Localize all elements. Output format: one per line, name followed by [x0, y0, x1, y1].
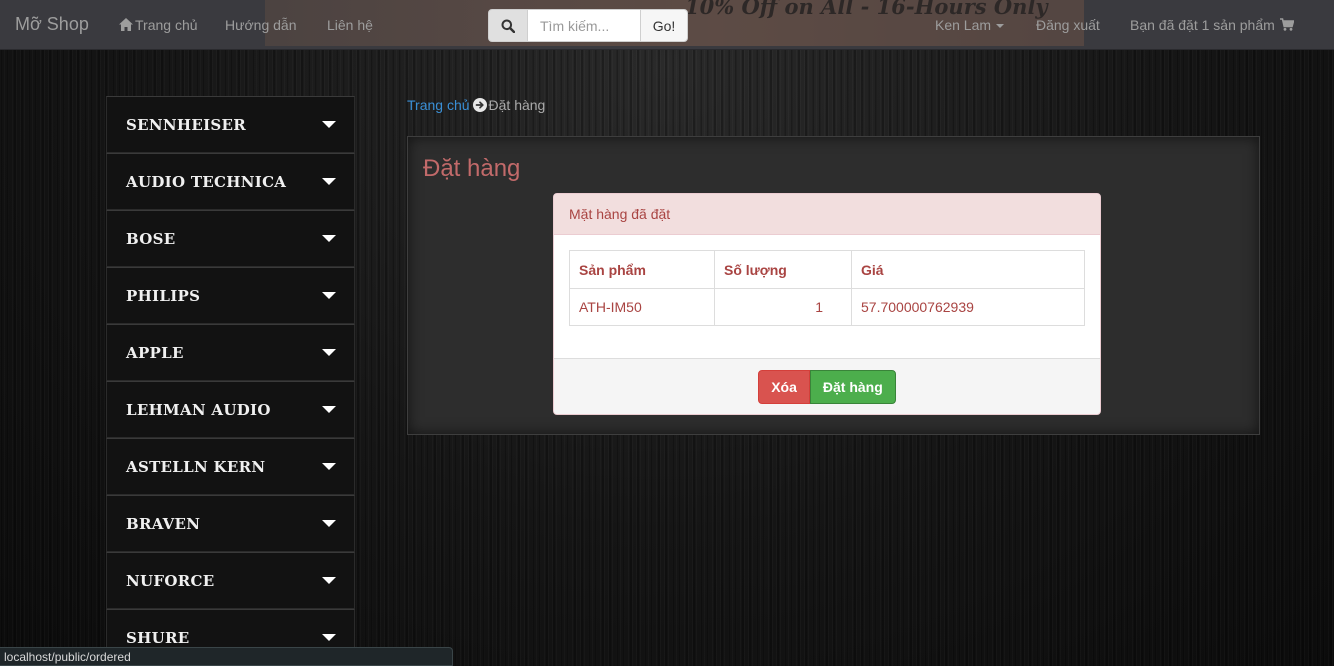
- ordered-items-body: Sản phẩm Số lượng Giá ATH-IM50 1 57.7000…: [554, 235, 1100, 341]
- user-dropdown[interactable]: Ken Lam: [935, 17, 1005, 33]
- sidebar-category-label: BRAVEN: [126, 514, 201, 533]
- sidebar-category-item[interactable]: SENNHEISER: [106, 96, 355, 153]
- sidebar-category-item[interactable]: AUDIO TECHNICA: [106, 153, 355, 210]
- search-go-button[interactable]: Go!: [640, 9, 688, 42]
- page-title: Đặt hàng: [423, 155, 521, 182]
- ordered-items-box: Mặt hàng đã đặt Sản phẩm Số lượng Giá AT…: [553, 193, 1101, 415]
- breadcrumb-home-link[interactable]: Trang chủ: [407, 97, 470, 113]
- column-header-price: Giá: [851, 250, 1085, 289]
- cell-product: ATH-IM50: [569, 288, 715, 326]
- sidebar-category-item[interactable]: BRAVEN: [106, 495, 355, 552]
- category-sidebar: SENNHEISER AUDIO TECHNICA BOSE PHILIPS APPLE…: [106, 96, 355, 666]
- sidebar-category-label: BOSE: [126, 229, 176, 248]
- sidebar-category-label: PHILIPS: [126, 286, 201, 305]
- sidebar-category-item[interactable]: PHILIPS: [106, 267, 355, 324]
- cart-summary: Bạn đã đặt 1 sản phẩm: [1130, 17, 1275, 33]
- nav-guide-link[interactable]: Hướng dẫn: [225, 17, 296, 33]
- sidebar-category-label: AUDIO TECHNICA: [126, 172, 287, 191]
- breadcrumb-current: Đặt hàng: [488, 97, 546, 113]
- nav-home-link[interactable]: Trang chủ: [119, 17, 198, 34]
- cell-price: 57.700000762939: [851, 288, 1085, 326]
- nav-contact-link[interactable]: Liên hệ: [327, 17, 373, 33]
- column-header-product: Sản phẩm: [569, 250, 715, 289]
- sidebar-category-item[interactable]: NUFORCE: [106, 552, 355, 609]
- home-icon: [119, 18, 133, 34]
- sidebar-category-item[interactable]: LEHMAN AUDIO: [106, 381, 355, 438]
- caret-down-icon: [322, 577, 336, 584]
- caret-down-icon: [322, 178, 336, 185]
- search-input[interactable]: [528, 9, 640, 42]
- caret-down-icon: [322, 121, 336, 128]
- ordered-items-heading: Mặt hàng đã đặt: [554, 194, 1100, 235]
- sidebar-category-item[interactable]: APPLE: [106, 324, 355, 381]
- logout-link[interactable]: Đăng xuất: [1036, 17, 1100, 33]
- caret-down-icon: [322, 463, 336, 470]
- nav-home-label: Trang chủ: [135, 17, 198, 33]
- cell-quantity: 1: [714, 288, 852, 326]
- caret-down-icon: [322, 520, 336, 527]
- caret-down-icon: [322, 634, 336, 641]
- sidebar-category-item[interactable]: ASTELLN KERN: [106, 438, 355, 495]
- delete-order-button[interactable]: Xóa: [758, 369, 810, 404]
- arrow-right-circle-icon: [472, 98, 487, 115]
- browser-status-bar: localhost/public/ordered: [0, 647, 453, 666]
- order-panel: Đặt hàng Mặt hàng đã đặt Sản phẩm Số lượ…: [407, 136, 1260, 435]
- order-actions: Xóa Đặt hàng: [554, 358, 1100, 414]
- column-header-quantity: Số lượng: [714, 250, 852, 289]
- table-row: ATH-IM50 1 57.700000762939: [569, 288, 1085, 326]
- order-table: Sản phẩm Số lượng Giá ATH-IM50 1 57.7000…: [569, 250, 1085, 326]
- search-icon: [488, 9, 528, 42]
- sidebar-category-label: APPLE: [126, 343, 184, 362]
- top-navbar: 10% Off on All - 16-Hours Only Mỡ Shop T…: [0, 0, 1334, 50]
- promo-banner-text: 10% Off on All - 16-Hours Only: [685, 0, 1048, 19]
- chevron-down-icon: [996, 24, 1005, 28]
- sidebar-category-label: LEHMAN AUDIO: [126, 400, 271, 419]
- search-form: Go!: [488, 9, 688, 42]
- sidebar-category-label: SHURE: [126, 628, 190, 647]
- user-name: Ken Lam: [935, 17, 992, 33]
- place-order-button[interactable]: Đặt hàng: [809, 369, 896, 404]
- table-header-row: Sản phẩm Số lượng Giá: [569, 250, 1085, 289]
- shopping-cart-icon: [1279, 18, 1295, 34]
- caret-down-icon: [322, 292, 336, 299]
- caret-down-icon: [322, 349, 336, 356]
- sidebar-category-item[interactable]: BOSE: [106, 210, 355, 267]
- brand-logo[interactable]: Mỡ Shop: [15, 14, 89, 35]
- cart-link[interactable]: Bạn đã đặt 1 sản phẩm: [1130, 17, 1295, 34]
- caret-down-icon: [322, 406, 336, 413]
- sidebar-category-label: SENNHEISER: [126, 115, 247, 134]
- sidebar-category-label: ASTELLN KERN: [126, 457, 266, 476]
- caret-down-icon: [322, 235, 336, 242]
- breadcrumb: Trang chủ Đặt hàng: [407, 97, 545, 115]
- sidebar-category-label: NUFORCE: [126, 571, 215, 590]
